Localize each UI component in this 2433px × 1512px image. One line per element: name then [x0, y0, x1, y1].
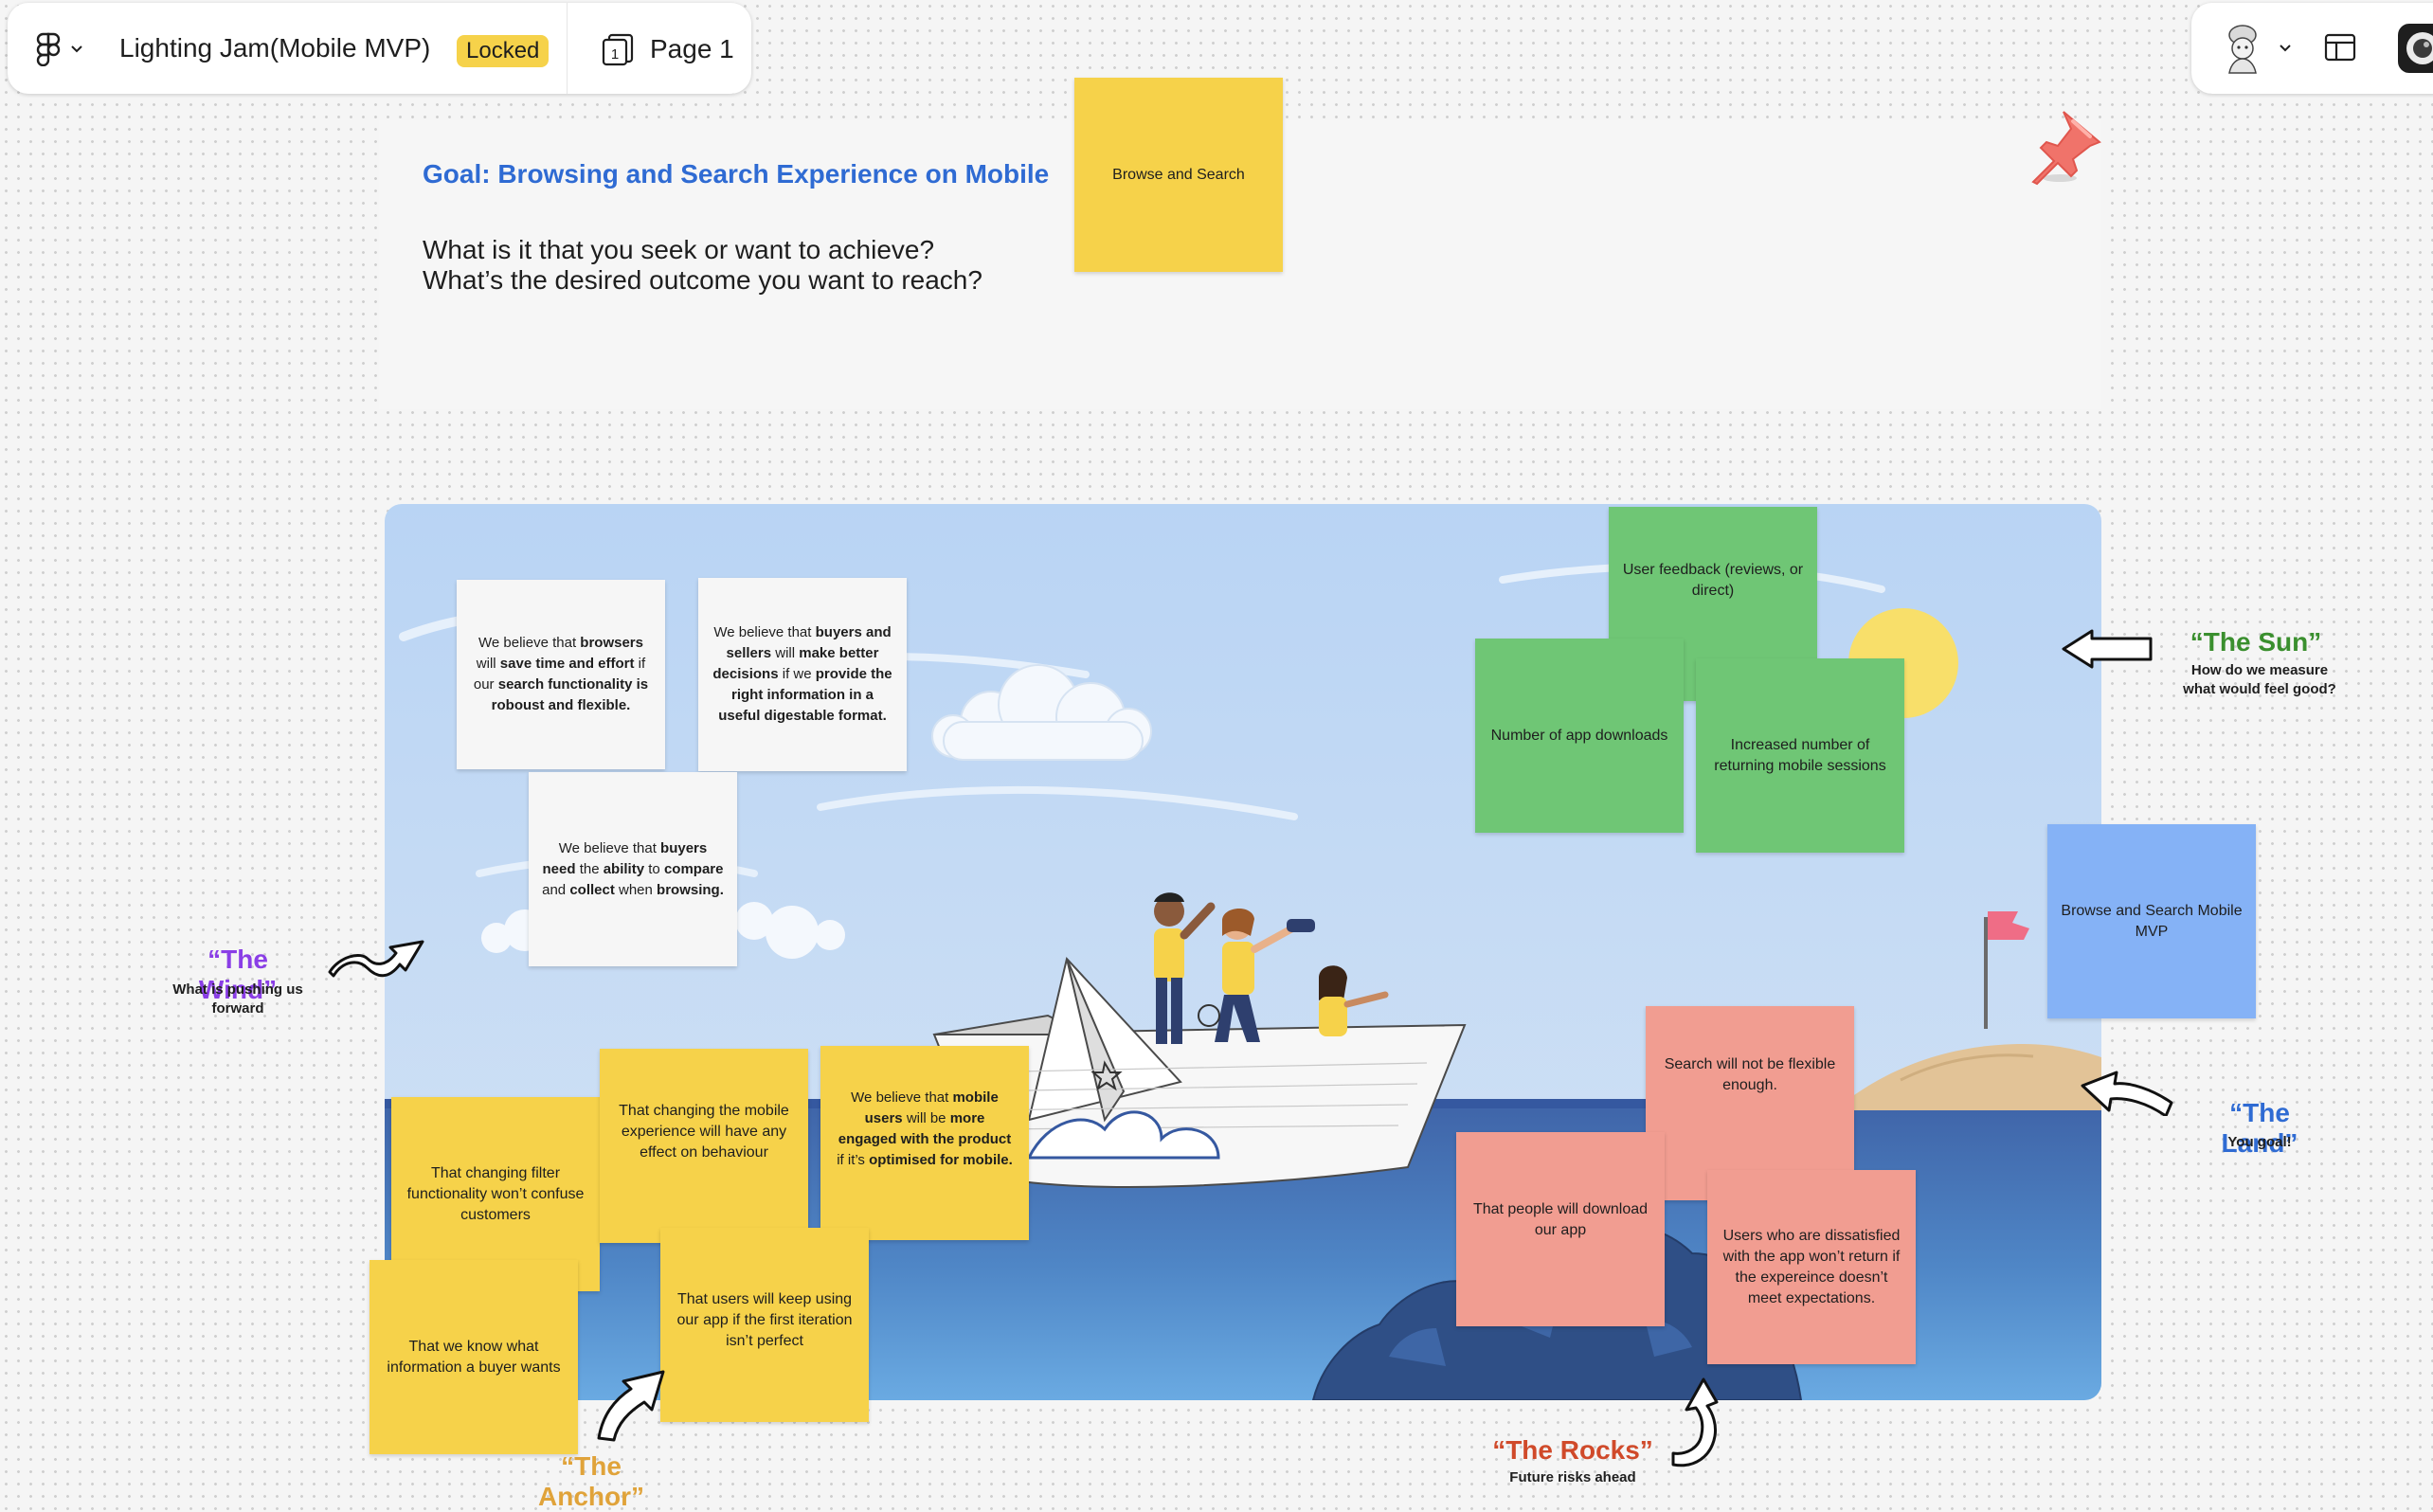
land-arrow-icon — [2081, 1071, 2173, 1116]
sticky-text: Browse and Search — [1112, 166, 1245, 183]
sticky-anchor-mobile-engaged[interactable]: We believe that mobile users will be mor… — [820, 1046, 1029, 1240]
sticky-text: Users who are dissatisfied with the app … — [1722, 1227, 1901, 1306]
sticky-text: We believe that browsers will save time … — [473, 635, 649, 713]
page-icon: 1 — [602, 33, 634, 66]
sticky-anchor-first-iteration[interactable]: That users will keep using our app if th… — [660, 1228, 869, 1422]
sticky-text: Number of app downloads — [1490, 727, 1668, 744]
rocks-arrow-icon — [1671, 1377, 1719, 1467]
sticky-text: That users will keep using our app if th… — [676, 1290, 853, 1349]
sticky-text: That we know what information a buyer wa… — [387, 1338, 561, 1376]
goal-title: Goal: Browsing and Search Experience on … — [423, 159, 1050, 189]
sticky-goal-browse-search[interactable]: Browse and Search — [1074, 78, 1283, 272]
land-subtitle: You goal! — [2227, 1134, 2292, 1150]
sticky-anchor-mobile-experience[interactable]: That changing the mobile experience will… — [600, 1049, 808, 1243]
collaboration-toolbar — [2191, 3, 2433, 94]
file-title[interactable]: Lighting Jam(Mobile MVP) — [119, 33, 430, 63]
layout-panel-icon — [2324, 33, 2356, 62]
sticky-rocks-download-app[interactable]: That people will download our app — [1456, 1132, 1665, 1326]
main-menu-button[interactable] — [36, 27, 93, 71]
figma-logo-icon — [36, 32, 61, 66]
sticky-text: Search will not be flexible enough. — [1664, 1055, 1836, 1093]
sticky-text: We believe that buyers need the ability … — [542, 839, 724, 898]
pushpin-icon[interactable] — [2022, 104, 2107, 189]
sun-label: “The Sun” — [2190, 627, 2322, 657]
sticky-land-mvp[interactable]: Browse and Search Mobile MVP — [2047, 824, 2256, 1018]
sun-subtitle-line-1: How do we measure — [2190, 662, 2329, 678]
sticky-text: That changing the mobile experience will… — [619, 1102, 789, 1161]
sun-arrow-icon — [2062, 629, 2153, 669]
toolbar-divider — [567, 3, 568, 94]
file-toolbar: Lighting Jam(Mobile MVP) Locked 1 Page 1 — [8, 3, 751, 94]
sticky-text: We believe that buyers and sellers will … — [712, 624, 892, 724]
sticky-text: Increased number of returning mobile ses… — [1714, 736, 1886, 774]
goal-question-line-1: What is it that you seek or want to achi… — [423, 235, 935, 264]
locked-badge: Locked — [457, 35, 550, 67]
sun-subtitle: How do we measure what would feel good? — [2170, 661, 2350, 699]
layout-panel-button[interactable] — [2324, 33, 2356, 66]
sun-subtitle-line-2: what would feel good? — [2183, 681, 2336, 697]
avatar-menu[interactable] — [2220, 22, 2292, 75]
sticky-wind-compare-collect[interactable]: We believe that buyers need the ability … — [529, 772, 737, 966]
sticky-text: Browse and Search Mobile MVP — [2061, 902, 2243, 940]
sticky-sun-returning-sessions[interactable]: Increased number of returning mobile ses… — [1696, 658, 1904, 853]
user-avatar-button[interactable] — [2398, 24, 2433, 78]
anchor-arrow-icon — [597, 1370, 665, 1442]
page-label: Page 1 — [650, 34, 734, 63]
sticky-wind-browsers[interactable]: We believe that browsers will save time … — [457, 580, 665, 769]
sticky-text: We believe that mobile users will be mor… — [837, 1089, 1013, 1168]
sticky-text: User feedback (reviews, or direct) — [1622, 561, 1804, 599]
rocks-subtitle: Future risks ahead — [1509, 1469, 1636, 1485]
user-avatar-icon — [2398, 24, 2433, 73]
sticky-text: That changing filter functionality won’t… — [406, 1164, 585, 1223]
wind-arrow-icon — [328, 940, 424, 978]
chevron-down-icon — [2280, 45, 2291, 52]
sticky-sun-app-downloads[interactable]: Number of app downloads — [1475, 639, 1684, 833]
avatar-icon — [2228, 25, 2257, 74]
sticky-wind-buyers-sellers[interactable]: We believe that buyers and sellers will … — [698, 578, 907, 771]
wind-subtitle: What is pushing us forward — [157, 981, 318, 1018]
svg-text:1: 1 — [611, 46, 619, 63]
sticky-text: That people will download our app — [1472, 1200, 1649, 1238]
chevron-down-icon — [71, 45, 82, 53]
rocks-label: “The Rocks” — [1492, 1435, 1653, 1465]
sticky-rocks-dissatisfied-users[interactable]: Users who are dissatisfied with the app … — [1707, 1170, 1916, 1364]
goal-question-line-2: What’s the desired outcome you want to r… — [423, 265, 982, 295]
page-selector[interactable]: 1 Page 1 — [601, 27, 734, 71]
goal-question: What is it that you seek or want to achi… — [423, 235, 982, 296]
sticky-anchor-buyer-information[interactable]: That we know what information a buyer wa… — [369, 1260, 578, 1454]
wind-subtitle-line-1: What is pushing us — [172, 981, 303, 998]
wind-subtitle-line-2: forward — [211, 1000, 264, 1017]
anchor-label: “The Anchor” — [538, 1451, 644, 1511]
